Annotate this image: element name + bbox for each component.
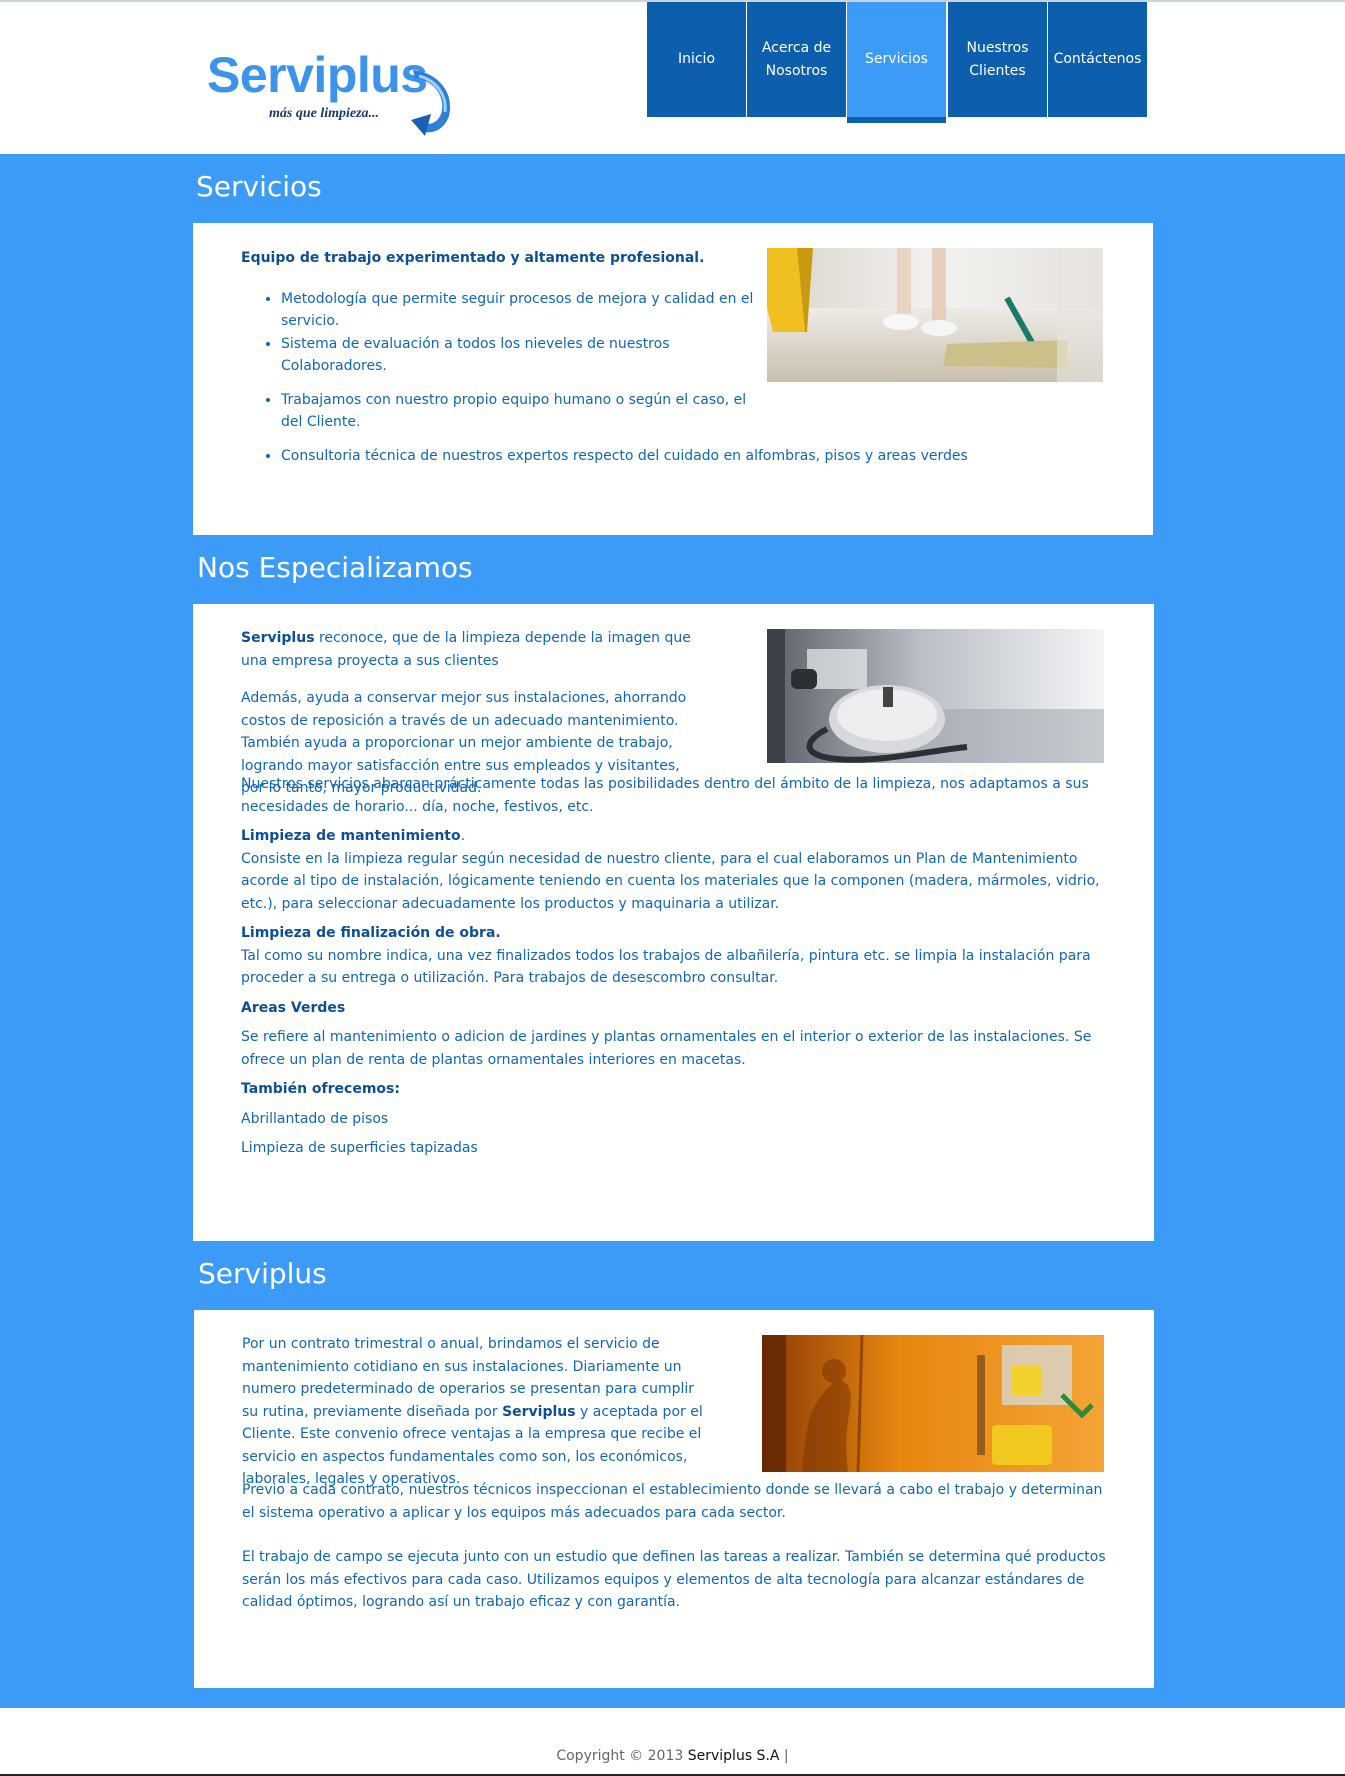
brand-inline: Serviplus xyxy=(241,630,315,646)
servicios-lead: Equipo de trabajo experimentado y altame… xyxy=(241,250,705,266)
heading-dot: . xyxy=(460,828,466,844)
extra-service: Limpieza de superficies tapizadas xyxy=(241,1140,478,1156)
site-footer: Copyright © 2013 Serviplus S.A | xyxy=(0,1708,1345,1776)
nav-item-servicios[interactable]: Servicios xyxy=(847,2,946,123)
footer-separator: | xyxy=(779,1748,789,1764)
logo-wordmark: Serviplus xyxy=(207,47,428,103)
mopping-floor-image xyxy=(767,248,1103,382)
servicios-panel-bottom xyxy=(193,488,1153,535)
paragraph: Tal como su nombre indica, una vez final… xyxy=(241,947,1091,987)
especializamos-body: Nuestros servicios abarcan prácticamente… xyxy=(241,773,1109,1160)
company-name: Serviplus S.A xyxy=(687,1748,780,1764)
serviplus-intro: Por un contrato trimestral o anual, brin… xyxy=(242,1333,707,1491)
heading-tambien: También ofrecemos: xyxy=(241,1081,400,1097)
nav-item-contactenos[interactable]: Contáctenos xyxy=(1048,2,1147,117)
serviplus-panel: Por un contrato trimestral o anual, brin… xyxy=(194,1310,1154,1688)
site-header: Serviplus más que limpieza... Inicio Ace… xyxy=(0,2,1345,154)
especializamos-panel: Serviplus reconoce, que de la limpieza d… xyxy=(193,604,1154,1241)
heading-mantenimiento: Limpieza de mantenimiento xyxy=(241,828,461,844)
nav-label: Contáctenos xyxy=(1053,51,1142,67)
section-title-especializamos: Nos Especializamos xyxy=(197,551,473,584)
paragraph: Se refiere al mantenimiento o adicion de… xyxy=(241,1029,1092,1068)
nav-label: Nuestros Clientes xyxy=(966,39,1029,79)
janitor-cart-photo xyxy=(762,1335,1104,1472)
list-item: Sistema de evaluación a todos los nievel… xyxy=(281,333,761,378)
nav-item-acerca[interactable]: Acerca de Nosotros xyxy=(747,2,846,117)
paragraph: Consiste en la limpieza regular según ne… xyxy=(241,850,1100,912)
heading-finalizacion: Limpieza de finalización de obra. xyxy=(241,925,501,941)
nav-item-clientes[interactable]: Nuestros Clientes xyxy=(948,2,1047,117)
list-item: Consultoria técnica de nuestros expertos… xyxy=(281,445,981,468)
nav-label: Servicios xyxy=(865,51,928,67)
vacuum-cleaner-image xyxy=(767,629,1104,763)
nav-label: Inicio xyxy=(677,51,716,67)
section-title-serviplus: Serviplus xyxy=(198,1257,327,1290)
swoosh-arrow-icon xyxy=(411,70,451,136)
brand-inline: Serviplus xyxy=(502,1403,576,1420)
servicios-list: Metodología que permite seguir procesos … xyxy=(241,288,968,468)
list-item: Trabajamos con nuestro propio equipo hum… xyxy=(281,389,761,434)
paragraph: Nuestros servicios abarcan prácticamente… xyxy=(241,776,1089,815)
paragraph: Previo a cada contrato, nuestros técnico… xyxy=(242,1482,1103,1521)
copyright: Copyright © 2013 Serviplus S.A | xyxy=(0,1748,1345,1764)
logo[interactable]: Serviplus más que limpieza... xyxy=(205,46,465,136)
logo-tagline: más que limpieza... xyxy=(269,106,380,121)
copyright-text: Copyright © 2013 xyxy=(556,1748,688,1764)
extra-service: Abrillantado de pisos xyxy=(241,1110,389,1127)
nav-label: Acerca de Nosotros xyxy=(761,39,832,79)
paragraph: El trabajo de campo se ejecuta junto con… xyxy=(242,1549,1106,1610)
janitor-cart-image xyxy=(762,1335,1104,1472)
mopping-floor-photo xyxy=(767,248,1103,382)
list-item: Metodología que permite seguir procesos … xyxy=(281,288,761,333)
vacuum-cleaner-photo xyxy=(767,629,1104,763)
heading-areas-verdes: Areas Verdes xyxy=(241,999,346,1016)
section-title-servicios: Servicios xyxy=(196,170,322,203)
nav-item-inicio[interactable]: Inicio xyxy=(647,2,746,117)
serviplus-body: Previo a cada contrato, nuestros técnico… xyxy=(242,1479,1112,1614)
servicios-text: Equipo de trabajo experimentado y altame… xyxy=(241,247,968,468)
